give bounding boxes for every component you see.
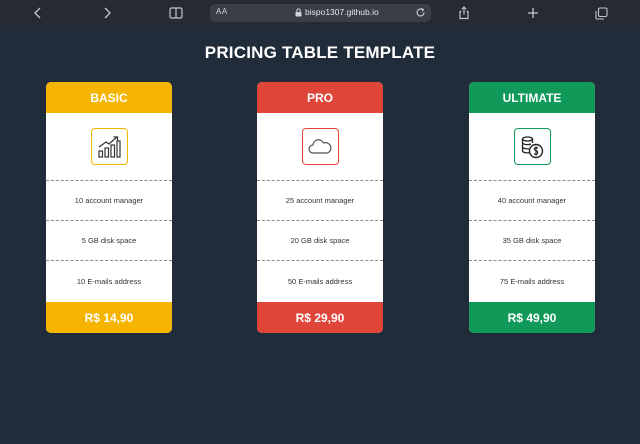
feature-account-manager: 40 account manager — [469, 181, 595, 221]
tabs-icon — [594, 6, 608, 20]
plan-price-button[interactable]: R$ 29,90 — [257, 302, 383, 333]
text-size-button[interactable]: AA — [216, 7, 228, 16]
lock-icon — [295, 8, 302, 17]
plan-icon-area — [257, 113, 383, 181]
feature-emails: 50 E-mails address — [287, 276, 353, 286]
reload-icon[interactable] — [415, 7, 426, 18]
growth-chart-icon — [90, 128, 128, 165]
plan-icon-area — [469, 113, 595, 181]
browser-toolbar: AA bispo1307.github.io — [0, 0, 640, 26]
share-icon — [459, 6, 469, 20]
feature-disk-space: 35 GB disk space — [469, 221, 595, 261]
tabs-overview-button[interactable] — [591, 3, 611, 23]
plus-icon — [528, 8, 538, 18]
plan-name: BASIC — [46, 82, 172, 113]
coins-dollar-icon — [513, 128, 551, 165]
chevron-right-icon — [104, 7, 111, 19]
pricing-card-ultimate: ULTIMATE 40 account manager 35 GB disk s… — [469, 82, 595, 333]
chevron-left-icon — [34, 7, 41, 19]
address-bar[interactable]: AA bispo1307.github.io — [210, 4, 431, 22]
pricing-card-pro: PRO 25 account manager 20 GB disk space … — [257, 82, 383, 333]
feature-disk-space: 20 GB disk space — [257, 221, 383, 261]
plan-name: ULTIMATE — [469, 82, 595, 113]
share-button[interactable] — [454, 3, 474, 23]
feature-account-manager: 10 account manager — [46, 181, 172, 221]
pricing-card-basic: BASIC 10 account manager 5 GB disk space… — [46, 82, 172, 333]
forward-button[interactable] — [97, 3, 117, 23]
sidebar-button[interactable] — [166, 3, 186, 23]
plan-price-button[interactable]: R$ 14,90 — [46, 302, 172, 333]
new-tab-button[interactable] — [523, 3, 543, 23]
plan-name: PRO — [257, 82, 383, 113]
page-title: PRICING TABLE TEMPLATE — [204, 43, 436, 62]
url-text: bispo1307.github.io — [305, 7, 379, 17]
feature-emails: 75 E-mails address — [499, 276, 565, 286]
feature-emails: 10 E-mails address — [76, 276, 142, 286]
back-button[interactable] — [28, 3, 48, 23]
book-icon — [169, 7, 183, 19]
feature-disk-space: 5 GB disk space — [46, 221, 172, 261]
plan-icon-area — [46, 113, 172, 181]
cloud-icon — [301, 128, 339, 165]
feature-account-manager: 25 account manager — [257, 181, 383, 221]
plan-price-button[interactable]: R$ 49,90 — [469, 302, 595, 333]
